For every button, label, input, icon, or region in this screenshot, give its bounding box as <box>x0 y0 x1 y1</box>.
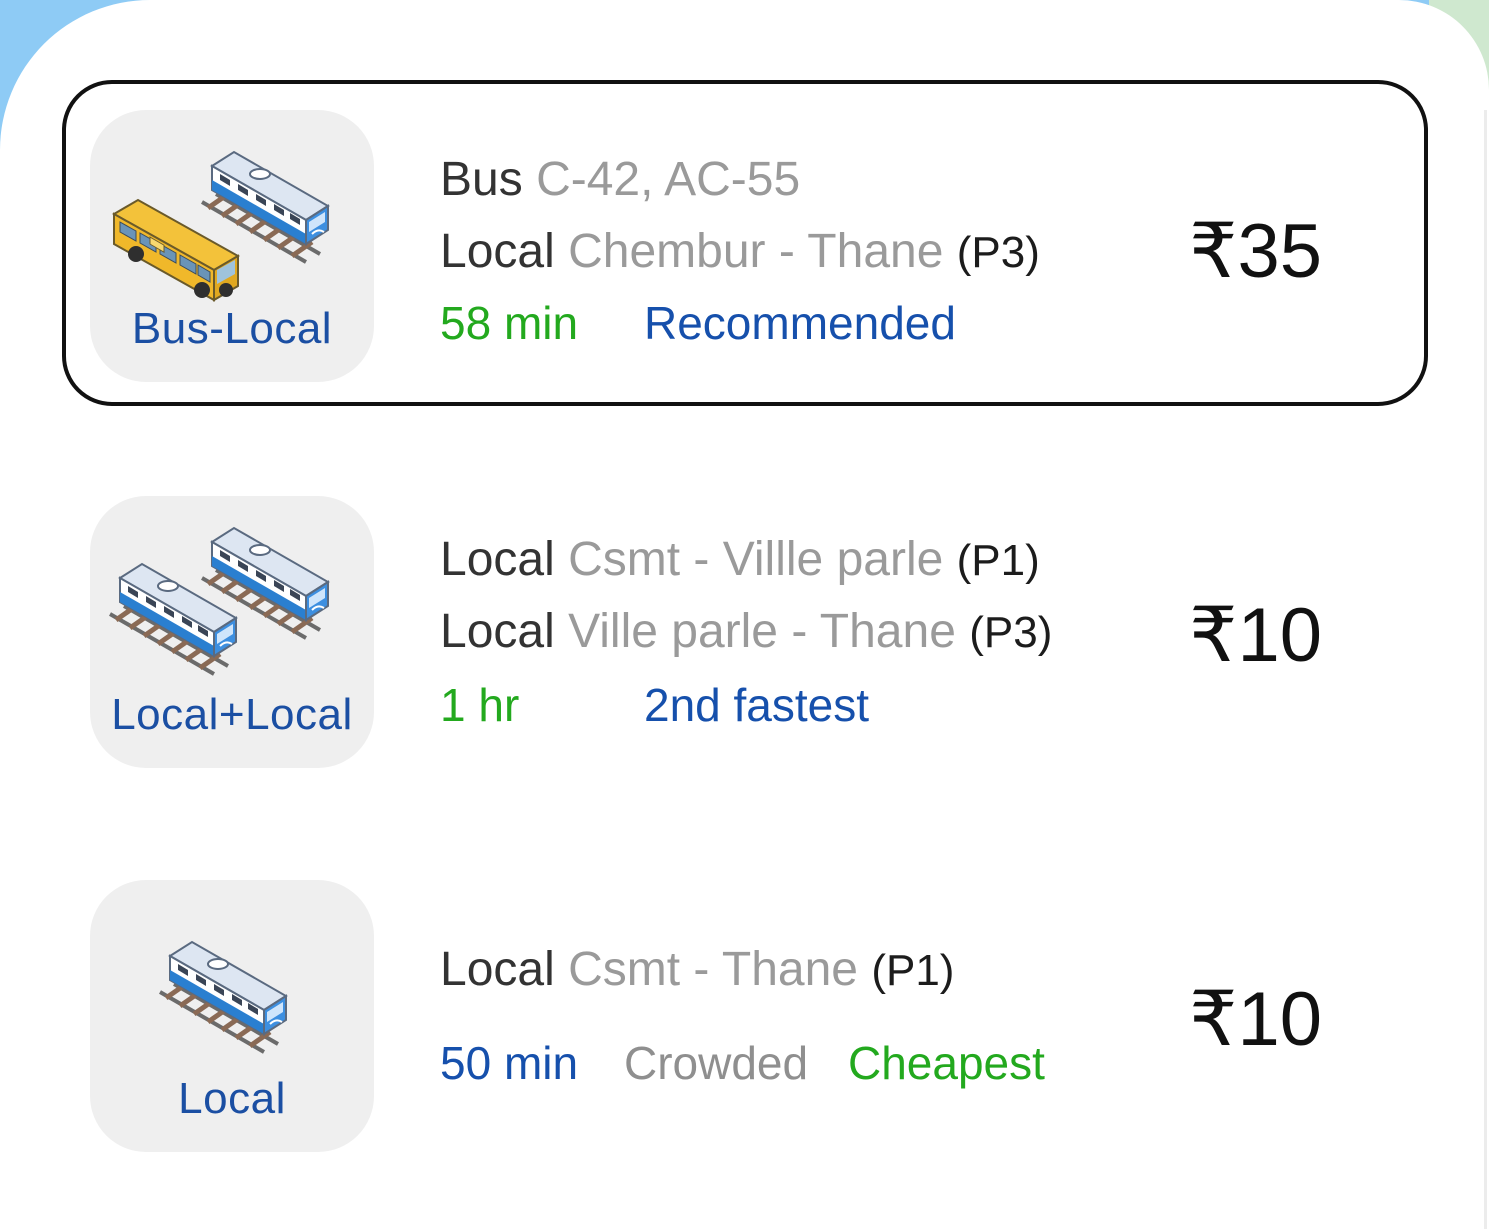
leg-mode: Local <box>440 605 555 658</box>
mode-tile: Bus-Local <box>90 110 374 382</box>
leg-route: C-42, AC-55 <box>536 153 801 206</box>
route-tag: 2nd fastest <box>644 679 870 731</box>
train-icon <box>90 880 374 1090</box>
route-tag: Cheapest <box>848 1037 1045 1089</box>
mode-label: Bus-Local <box>131 304 333 353</box>
duration: 58 min <box>440 297 579 349</box>
platform-badge: (P3) <box>956 228 1040 277</box>
leg-line: Local Csmt - Villle parle (P1) <box>440 536 1040 584</box>
leg-route: Ville parle - Thane <box>568 605 956 658</box>
leg-mode: Bus <box>440 153 523 206</box>
bus-and-train-icon <box>113 110 374 301</box>
mode-label: Local <box>178 1074 286 1123</box>
leg-line: Local Chembur - Thane (P3) <box>440 228 1040 276</box>
leg-route: Csmt - Villle parle <box>568 533 944 586</box>
route-options-sheet: Bus-Local Bus C-42, AC-55 Local Chembur … <box>0 0 1489 1229</box>
fare: ₹10 <box>1189 593 1322 678</box>
leg-route: Csmt - Thane <box>568 943 858 996</box>
leg-mode: Local <box>440 533 555 586</box>
mode-tile: Local+Local <box>90 496 374 768</box>
leg-line: Bus C-42, AC-55 <box>440 156 800 204</box>
route-option-local-local[interactable]: Local+Local Local Csmt - Villle parle (P… <box>62 466 1428 792</box>
crowd-status: Crowded <box>624 1037 809 1089</box>
leg-line: Local Csmt - Thane (P1) <box>440 946 954 994</box>
platform-badge: (P3) <box>969 608 1053 657</box>
duration: 1 hr <box>440 679 520 731</box>
scroll-track[interactable] <box>1484 110 1487 1229</box>
fare: ₹10 <box>1189 977 1322 1062</box>
route-tag: Recommended <box>644 297 956 349</box>
platform-badge: (P1) <box>956 536 1040 585</box>
leg-mode: Local <box>440 225 555 278</box>
two-trains-icon <box>90 496 374 706</box>
mode-label: Local+Local <box>111 690 353 739</box>
leg-mode: Local <box>440 943 555 996</box>
platform-badge: (P1) <box>871 946 955 995</box>
route-option-bus-local[interactable]: Bus-Local Bus C-42, AC-55 Local Chembur … <box>62 80 1428 406</box>
mode-tile: Local <box>90 880 374 1152</box>
leg-line: Local Ville parle - Thane (P3) <box>440 608 1052 656</box>
fare: ₹35 <box>1189 209 1322 294</box>
leg-route: Chembur - Thane <box>568 225 944 278</box>
duration: 50 min <box>440 1037 579 1089</box>
route-option-local[interactable]: Local Local Csmt - Thane (P1) 50 min Cro… <box>62 850 1428 1176</box>
